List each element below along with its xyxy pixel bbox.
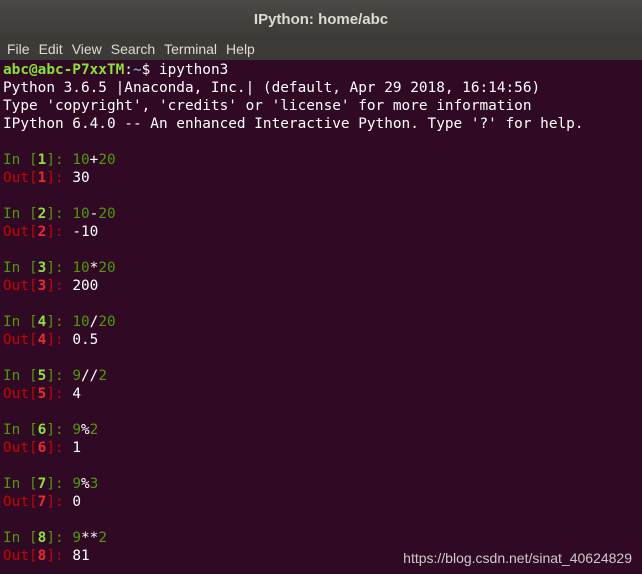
in-label: In [ — [3, 260, 38, 276]
output-value: 0 — [72, 494, 81, 510]
banner-line-1: Python 3.6.5 |Anaconda, Inc.| (default, … — [3, 80, 541, 96]
in-label: In [ — [3, 422, 38, 438]
input-line: In [6]: 9%2 — [3, 421, 98, 439]
shell-prompt-line: abc@abc-P7xxTM:~$ ipython3 — [3, 61, 228, 79]
prompt-command: ipython3 — [150, 62, 229, 78]
output-line: Out[5]: 4 — [3, 385, 81, 403]
in-label-close: ]: — [46, 476, 73, 492]
watermark-url: https://blog.csdn.net/sinat_40624829 — [403, 550, 632, 566]
output-value: 4 — [72, 386, 81, 402]
output-line: Out[8]: 81 — [3, 547, 90, 565]
in-label: In [ — [3, 368, 38, 384]
menu-help[interactable]: Help — [226, 41, 255, 57]
in-label: In [ — [3, 476, 38, 492]
out-label-close: ]: — [46, 494, 73, 510]
operand-b: 20 — [98, 260, 116, 276]
in-label: In [ — [3, 206, 38, 222]
input-line: In [4]: 10/20 — [3, 313, 116, 331]
operand-a: 10 — [72, 260, 90, 276]
out-label: Out[ — [3, 224, 38, 240]
input-line: In [3]: 10*20 — [3, 259, 116, 277]
in-label: In [ — [3, 530, 38, 546]
menu-view[interactable]: View — [72, 41, 102, 57]
out-label-close: ]: — [46, 224, 73, 240]
in-label-close: ]: — [46, 152, 73, 168]
output-line: Out[3]: 200 — [3, 277, 98, 295]
input-line: In [2]: 10-20 — [3, 205, 116, 223]
input-line: In [5]: 9//2 — [3, 367, 107, 385]
out-label: Out[ — [3, 170, 38, 186]
menu-search[interactable]: Search — [111, 41, 155, 57]
operator: ** — [81, 530, 99, 546]
out-label-close: ]: — [46, 440, 73, 456]
menu-bar: File Edit View Search Terminal Help — [0, 38, 642, 60]
output-value: 1 — [72, 440, 81, 456]
operand-a: 9 — [72, 530, 81, 546]
menu-edit[interactable]: Edit — [39, 41, 63, 57]
operand-a: 9 — [72, 422, 81, 438]
output-value: 30 — [72, 170, 90, 186]
out-label: Out[ — [3, 440, 38, 456]
output-line: Out[2]: -10 — [3, 223, 98, 241]
output-value: 81 — [72, 548, 90, 564]
output-value: 0.5 — [72, 332, 99, 348]
operand-b: 2 — [98, 530, 107, 546]
out-label-close: ]: — [46, 278, 73, 294]
operand-b: 20 — [98, 152, 116, 168]
output-line: Out[6]: 1 — [3, 439, 81, 457]
prompt-symbol: $ — [141, 62, 151, 78]
prompt-path: ~ — [132, 62, 142, 78]
operand-a: 10 — [72, 206, 90, 222]
operand-b: 2 — [89, 422, 99, 438]
operator: // — [81, 368, 99, 384]
in-label: In [ — [3, 152, 38, 168]
operand-a: 10 — [72, 314, 90, 330]
in-label-close: ]: — [46, 206, 73, 222]
operand-b: 20 — [98, 314, 116, 330]
out-label: Out[ — [3, 278, 38, 294]
operand-b: 20 — [98, 206, 116, 222]
out-label-close: ]: — [46, 170, 73, 186]
operand-b: 3 — [89, 476, 99, 492]
terminal-output[interactable]: abc@abc-P7xxTM:~$ ipython3 Python 3.6.5 … — [0, 60, 642, 574]
window-title: IPython: home/abc — [253, 10, 389, 28]
out-label: Out[ — [3, 332, 38, 348]
output-line: Out[7]: 0 — [3, 493, 81, 511]
banner-line-2: Type 'copyright', 'credits' or 'license'… — [3, 98, 532, 114]
operand-a: 9 — [72, 368, 81, 384]
operand-b: 2 — [98, 368, 107, 384]
prompt-separator: : — [124, 62, 133, 78]
output-value: -10 — [72, 224, 99, 240]
in-label-close: ]: — [46, 530, 73, 546]
prompt-user: abc@abc-P7xxTM — [3, 62, 125, 78]
out-label: Out[ — [3, 386, 38, 402]
in-label-close: ]: — [46, 368, 73, 384]
in-label: In [ — [3, 314, 38, 330]
operand-a: 10 — [72, 152, 90, 168]
out-label: Out[ — [3, 494, 38, 510]
menu-file[interactable]: File — [7, 41, 30, 57]
banner-line-3: IPython 6.4.0 -- An enhanced Interactive… — [3, 116, 584, 132]
out-label-close: ]: — [46, 332, 73, 348]
operator: % — [81, 422, 90, 438]
operator: % — [81, 476, 90, 492]
menu-terminal[interactable]: Terminal — [164, 41, 217, 57]
input-line: In [8]: 9**2 — [3, 529, 107, 547]
input-line: In [7]: 9%3 — [3, 475, 98, 493]
in-label-close: ]: — [46, 422, 73, 438]
out-label: Out[ — [3, 548, 38, 564]
out-label-close: ]: — [46, 386, 73, 402]
output-line: Out[4]: 0.5 — [3, 331, 98, 349]
operand-a: 9 — [72, 476, 81, 492]
window-titlebar[interactable]: IPython: home/abc — [0, 0, 642, 38]
output-value: 200 — [72, 278, 99, 294]
in-label-close: ]: — [46, 260, 73, 276]
input-line: In [1]: 10+20 — [3, 151, 116, 169]
output-line: Out[1]: 30 — [3, 169, 90, 187]
in-label-close: ]: — [46, 314, 73, 330]
out-label-close: ]: — [46, 548, 73, 564]
